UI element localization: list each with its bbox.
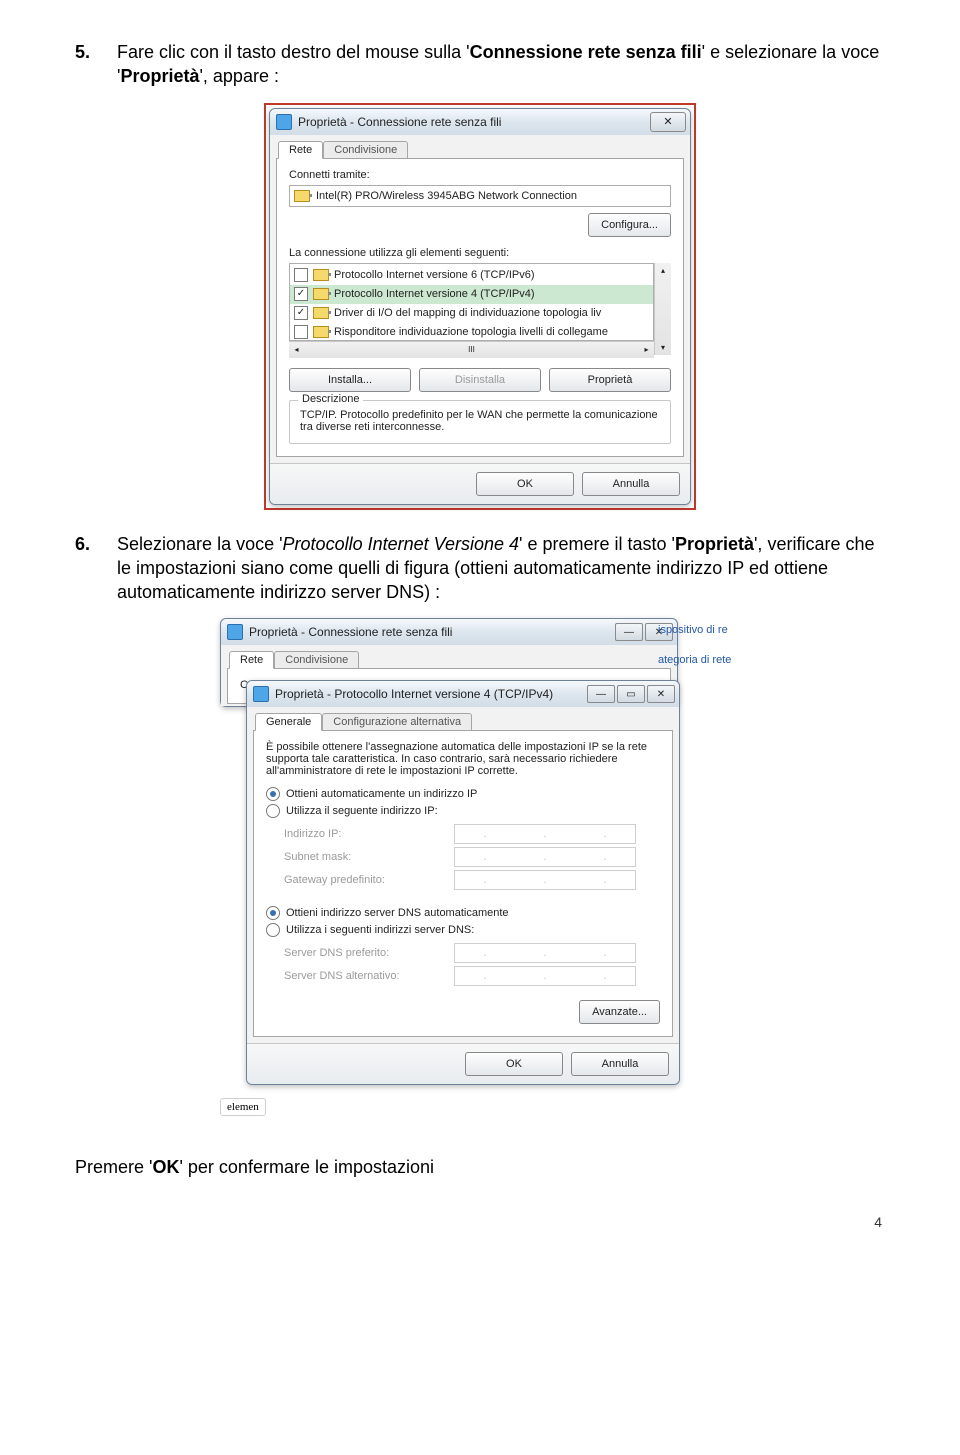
ip-label: Indirizzo IP: (284, 828, 444, 840)
scrollbar-vertical[interactable]: ▴ ▾ (654, 263, 671, 355)
radio-auto-ip[interactable] (266, 787, 280, 801)
scroll-up-arrow[interactable]: ▴ (655, 263, 671, 278)
screenshot-1-frame: Proprietà - Connessione rete senza fili … (264, 103, 696, 510)
protocol-icon (313, 307, 329, 319)
protocol-icon (313, 288, 329, 300)
scroll-down-arrow[interactable]: ▾ (655, 340, 671, 355)
background-strip: ispositivo di re ategoria di rete (654, 622, 740, 668)
radio-manual-ip-label: Utilizza il seguente indirizzo IP: (286, 805, 438, 817)
tab-config-alternativa[interactable]: Configurazione alternativa (322, 713, 472, 731)
connetti-label: Connetti tramite: (289, 169, 671, 181)
tab-condivisione-behind[interactable]: Condivisione (274, 651, 359, 669)
elements-label: La connessione utilizza gli elementi seg… (289, 247, 671, 259)
tab-generale[interactable]: Generale (255, 713, 322, 731)
list-item-lldr[interactable]: Risponditore individuazione topologia li… (290, 323, 653, 341)
ipv4-intro: È possibile ottenere l'assegnazione auto… (266, 741, 660, 777)
installa-button[interactable]: Installa... (289, 368, 411, 392)
dns1-input: ... (454, 943, 636, 963)
scrollbar-horizontal[interactable]: ◂ III ▸ (289, 341, 654, 358)
ip-input: ... (454, 824, 636, 844)
ipv4-dialog-title: Proprietà - Protocollo Internet versione… (275, 687, 587, 701)
checkbox-unchecked[interactable] (294, 268, 308, 282)
checkbox-checked[interactable]: ✓ (294, 306, 308, 320)
step-6-text: Selezionare la voce 'Protocollo Internet… (117, 532, 885, 605)
step-5-text: Fare clic con il tasto destro del mouse … (117, 40, 885, 89)
radio-manual-dns-label: Utilizza i seguenti indirizzi server DNS… (286, 924, 474, 936)
mask-label: Subnet mask: (284, 851, 444, 863)
annulla-button[interactable]: Annulla (582, 472, 680, 496)
ok-button-ipv4[interactable]: OK (465, 1052, 563, 1076)
gateway-label: Gateway predefinito: (284, 874, 444, 886)
gateway-input: ... (454, 870, 636, 890)
adapter-name: Intel(R) PRO/Wireless 3945ABG Network Co… (316, 190, 577, 202)
minimize-button[interactable]: — (587, 685, 615, 703)
page-number: 4 (874, 1214, 882, 1230)
configura-button[interactable]: Configura... (588, 213, 671, 237)
scroll-right-arrow[interactable]: ▸ (639, 342, 654, 358)
window-title-behind: Proprietà - Connessione rete senza fili (249, 625, 615, 639)
disinstalla-button: Disinstalla (419, 368, 541, 392)
window-icon (253, 686, 269, 702)
protocol-icon (313, 326, 329, 338)
mask-input: ... (454, 847, 636, 867)
ok-button[interactable]: OK (476, 472, 574, 496)
list-item-ipv6[interactable]: Protocollo Internet versione 6 (TCP/IPv6… (290, 266, 653, 285)
annulla-button-ipv4[interactable]: Annulla (571, 1052, 669, 1076)
avanzate-button[interactable]: Avanzate... (579, 1000, 660, 1024)
tab-rete-behind[interactable]: Rete (229, 651, 274, 669)
titlebar-1: Proprietà - Connessione rete senza fili … (270, 109, 690, 135)
descrizione-title: Descrizione (298, 393, 363, 405)
window-icon (227, 624, 243, 640)
adapter-icon (294, 190, 310, 202)
radio-manual-ip[interactable] (266, 804, 280, 818)
checkbox-checked[interactable]: ✓ (294, 287, 308, 301)
radio-auto-dns[interactable] (266, 906, 280, 920)
dns2-label: Server DNS alternativo: (284, 970, 444, 982)
list-item-lldio[interactable]: ✓ Driver di I/O del mapping di individua… (290, 304, 653, 323)
step-number-6: 6. (75, 532, 117, 605)
bottom-instruction: Premere 'OK' per confermare le impostazi… (75, 1155, 885, 1179)
step-number-5: 5. (75, 40, 117, 89)
tab-rete[interactable]: Rete (278, 141, 323, 159)
descrizione-text: TCP/IP. Protocollo predefinito per le WA… (300, 409, 660, 433)
window-title: Proprietà - Connessione rete senza fili (298, 115, 650, 129)
maximize-button[interactable]: ▭ (617, 685, 645, 703)
proprieta-button[interactable]: Proprietà (549, 368, 671, 392)
behind-fragment: elemen (220, 1098, 266, 1116)
scroll-left-arrow[interactable]: ◂ (289, 342, 304, 358)
protocol-icon (313, 269, 329, 281)
radio-auto-dns-label: Ottieni indirizzo server DNS automaticam… (286, 907, 509, 919)
minimize-button[interactable]: — (615, 623, 643, 641)
list-item-ipv4[interactable]: ✓ Protocollo Internet versione 4 (TCP/IP… (290, 285, 653, 304)
radio-manual-dns[interactable] (266, 923, 280, 937)
tab-condivisione[interactable]: Condivisione (323, 141, 408, 159)
dns1-label: Server DNS preferito: (284, 947, 444, 959)
close-button[interactable]: ✕ (650, 112, 686, 132)
window-icon (276, 114, 292, 130)
close-button[interactable]: ✕ (647, 685, 675, 703)
checkbox-unchecked[interactable] (294, 325, 308, 339)
radio-auto-ip-label: Ottieni automaticamente un indirizzo IP (286, 788, 477, 800)
dns2-input: ... (454, 966, 636, 986)
